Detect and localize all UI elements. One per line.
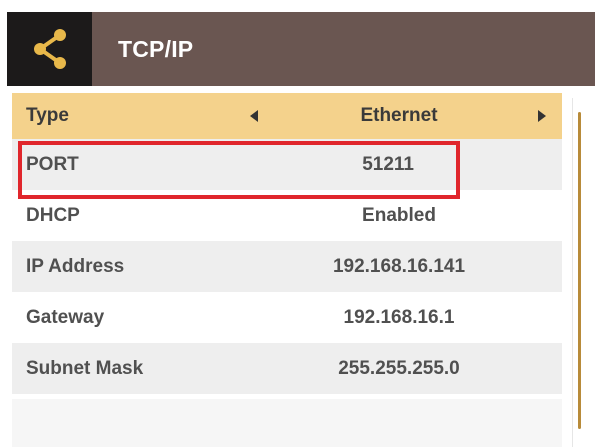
arrow-left-icon[interactable] xyxy=(250,110,258,122)
list-item-dhcp[interactable]: DHCP Enabled xyxy=(12,190,562,241)
list-item-type[interactable]: Type Ethernet xyxy=(12,93,562,139)
arrow-right-icon[interactable] xyxy=(538,110,546,122)
type-label: Type xyxy=(26,105,69,126)
share-button[interactable] xyxy=(7,12,92,86)
tcpip-settings-screen: TCP/IP Type Ethernet PORT 51211 DHCP Ena… xyxy=(0,0,595,447)
gateway-label: Gateway xyxy=(26,306,105,328)
page-title: TCP/IP xyxy=(118,35,194,62)
list-item-port[interactable]: PORT 51211 xyxy=(12,139,562,190)
dhcp-label: DHCP xyxy=(26,204,80,226)
list-item-ip-address[interactable]: IP Address 192.168.16.141 xyxy=(12,241,562,292)
port-value: 51211 xyxy=(362,153,414,175)
port-label: PORT xyxy=(26,153,79,175)
ip-address-value: 192.168.16.141 xyxy=(332,255,466,277)
scrollbar-thumb[interactable] xyxy=(578,112,581,429)
scrollbar-track[interactable] xyxy=(572,98,595,447)
subnet-mask-label: Subnet Mask xyxy=(26,357,144,379)
list-item-gateway[interactable]: Gateway 192.168.16.1 xyxy=(12,292,562,343)
gateway-value: 192.168.16.1 xyxy=(343,306,455,328)
ip-address-label: IP Address xyxy=(26,255,125,277)
settings-list: Type Ethernet PORT 51211 DHCP Enabled IP… xyxy=(12,93,562,394)
header-bar: TCP/IP xyxy=(7,12,595,86)
subnet-mask-value: 255.255.255.0 xyxy=(338,357,460,379)
empty-list-area xyxy=(12,399,562,447)
dhcp-value: Enabled xyxy=(362,204,436,226)
type-value: Ethernet xyxy=(360,105,438,126)
share-icon xyxy=(33,29,66,69)
list-item-subnet-mask[interactable]: Subnet Mask 255.255.255.0 xyxy=(12,343,562,394)
